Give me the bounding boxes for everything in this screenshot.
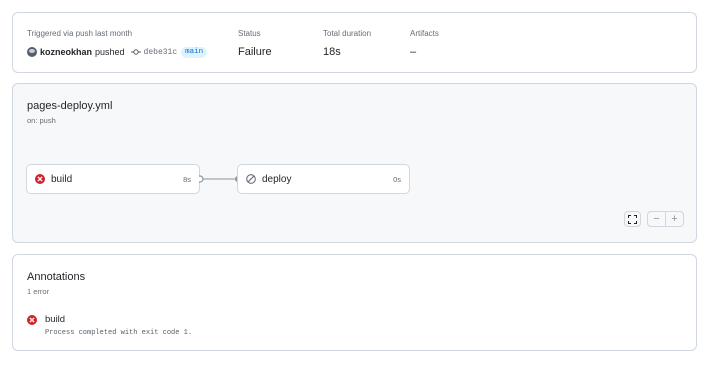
x-circle-fill-icon bbox=[27, 315, 37, 325]
workflow-file-name[interactable]: pages-deploy.yml bbox=[27, 100, 112, 112]
run-summary: Triggered via push last month kozneokhan… bbox=[12, 12, 697, 73]
status-column: Status Failure bbox=[238, 29, 272, 59]
duration-value: 18s bbox=[323, 46, 341, 58]
job-name: build bbox=[51, 173, 73, 185]
commit-sha-link[interactable]: debe31c bbox=[144, 48, 178, 57]
avatar[interactable] bbox=[27, 47, 37, 57]
status-value: Failure bbox=[238, 46, 272, 58]
workflow-graph: pages-deploy.yml on: push build 8s deplo… bbox=[12, 83, 697, 243]
job-build[interactable]: build 8s bbox=[26, 164, 200, 194]
workflow-trigger: on: push bbox=[27, 116, 56, 125]
action-text: pushed bbox=[95, 47, 125, 57]
job-duration: 0s bbox=[393, 174, 401, 184]
job-deploy[interactable]: deploy 0s bbox=[237, 164, 410, 194]
annotations-panel: Annotations 1 error build Process comple… bbox=[12, 254, 697, 351]
job-name: deploy bbox=[262, 173, 292, 185]
x-circle-fill-icon bbox=[35, 174, 45, 184]
job-duration: 8s bbox=[183, 174, 191, 184]
zoom-in-button[interactable]: + bbox=[665, 212, 683, 226]
zoom-out-button[interactable]: − bbox=[648, 212, 665, 226]
actor-link[interactable]: kozneokhan bbox=[40, 47, 92, 57]
annotation-message: Process completed with exit code 1. bbox=[45, 329, 193, 337]
fullscreen-icon bbox=[628, 214, 637, 224]
artifacts-column: Artifacts – bbox=[410, 29, 439, 59]
duration-label: Total duration bbox=[323, 29, 372, 38]
trigger-label: Triggered via push last month bbox=[27, 29, 133, 38]
annotations-count: 1 error bbox=[27, 287, 50, 296]
status-label: Status bbox=[238, 29, 261, 38]
skip-icon bbox=[246, 174, 256, 184]
zoom-controls: − + bbox=[647, 211, 684, 227]
artifacts-value: – bbox=[410, 46, 417, 58]
annotations-title: Annotations bbox=[27, 271, 86, 283]
artifacts-label: Artifacts bbox=[410, 29, 439, 38]
trigger-column: Triggered via push last month kozneokhan… bbox=[27, 29, 208, 59]
fit-to-screen-button[interactable] bbox=[624, 211, 641, 227]
trigger-info: kozneokhan pushed debe31c main bbox=[27, 45, 208, 59]
git-commit-icon bbox=[130, 48, 141, 56]
annotation-job-link[interactable]: build bbox=[45, 314, 192, 326]
annotation-item: build Process completed with exit code 1… bbox=[27, 314, 192, 337]
job-connector bbox=[199, 175, 239, 183]
branch-badge[interactable]: main bbox=[181, 46, 208, 58]
duration-column: Total duration 18s bbox=[323, 29, 371, 59]
annotation-body: build Process completed with exit code 1… bbox=[45, 314, 192, 337]
